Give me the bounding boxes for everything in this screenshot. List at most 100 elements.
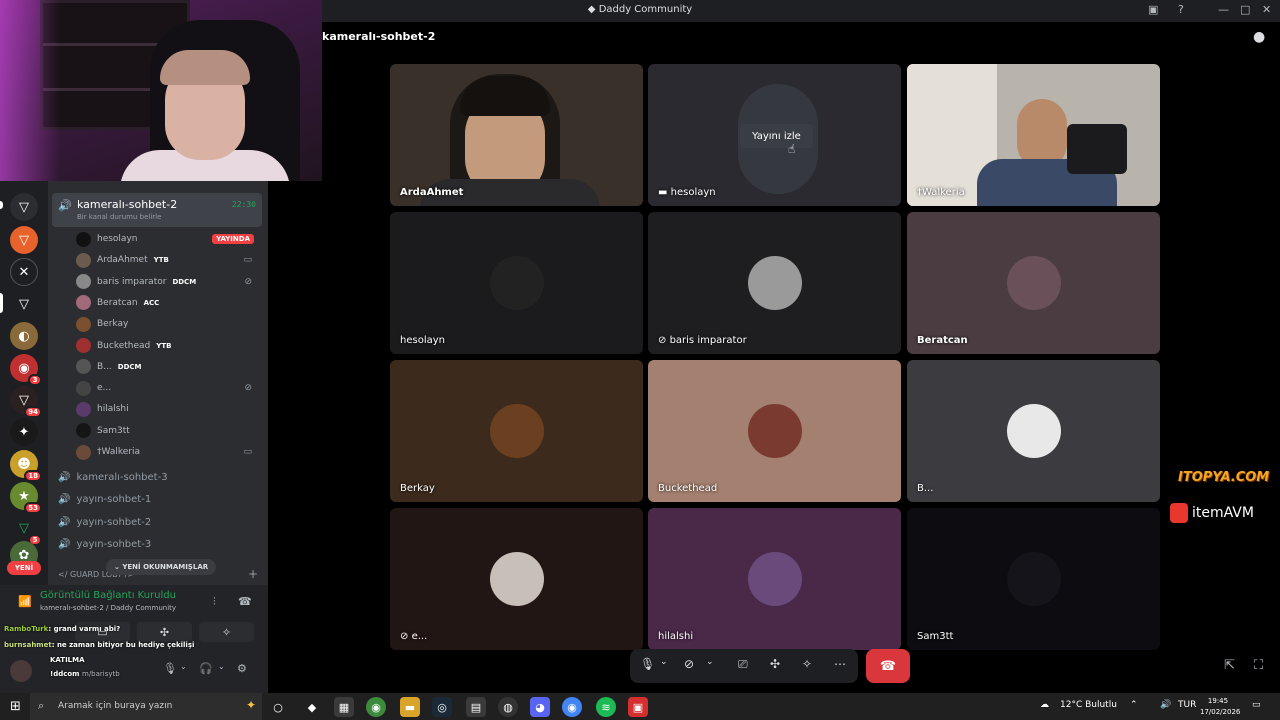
participant-tile[interactable]: Berkay [390, 360, 643, 502]
spotify-icon[interactable]: ≋ [596, 697, 616, 717]
voice-user-item[interactable]: ArdaAhmet YTB ▭ [76, 250, 262, 270]
settings-gear-icon[interactable]: ⚙ [237, 662, 247, 675]
obs-icon[interactable]: ◍ [498, 697, 518, 717]
video-tile[interactable]: †Walkeria [907, 64, 1160, 206]
popout-icon[interactable]: ⇱ [1224, 658, 1235, 673]
file-explorer-icon[interactable]: ▬ [400, 697, 420, 717]
server-icon[interactable]: ▽ 94 [10, 386, 42, 418]
disconnect-icon[interactable]: ☎ [238, 595, 252, 608]
participant-tile[interactable]: Beratcan [907, 212, 1160, 354]
chrome-icon[interactable]: ◉ [366, 697, 386, 717]
disconnect-button[interactable]: ☎ [866, 649, 910, 683]
noise-suppression-icon[interactable]: ⫶ [213, 595, 216, 609]
screen-share-icon[interactable]: ⎚ [738, 657, 748, 672]
watch-stream-button[interactable]: Yayını izle [740, 124, 813, 148]
help-icon[interactable]: ? [1178, 3, 1184, 16]
avatar [76, 444, 91, 460]
weather-text[interactable]: 12°C Bulutlu [1060, 700, 1117, 710]
participant-tile[interactable]: Sam3tt [907, 508, 1160, 650]
soundboard-icon[interactable]: ✧ [802, 657, 812, 671]
app-icon[interactable]: ◆ [302, 697, 322, 717]
chevron-down-icon[interactable]: ⌄ [218, 662, 225, 671]
server-icon[interactable]: ✦ [10, 418, 38, 446]
call-control-bar: 🎙 ⌄ ⊘ ⌄ ⎚ ✣ ✧ ⋯ [630, 649, 858, 683]
participant-tile[interactable]: ⊘ baris imparator [648, 212, 901, 354]
chat-bubble-icon[interactable]: ● [1253, 29, 1265, 45]
participant-tile[interactable]: ⊘ e... [390, 508, 643, 650]
new-unreads-badge[interactable]: YENİ [7, 561, 41, 575]
microphone-icon[interactable]: 🎙 [163, 662, 177, 675]
voice-user-item[interactable]: Beratcan ACC [76, 293, 262, 313]
windows-start-icon[interactable]: ⊞ [10, 699, 21, 714]
maximize-button[interactable]: □ [1240, 3, 1250, 16]
soundboard-button[interactable]: ✧ [199, 622, 254, 642]
cortana-icon[interactable]: ○ [268, 697, 288, 717]
activities-button[interactable]: ✣ [137, 622, 192, 642]
voice-channel-item[interactable]: 🔊 yayın-sohbet-1 [58, 490, 151, 510]
stream-tile[interactable]: Yayını izle ☝ ▬ hesolayn [648, 64, 901, 206]
server-icon[interactable]: ☻ 18 [10, 450, 42, 482]
minimize-button[interactable]: — [1218, 3, 1229, 16]
tray-overflow-icon[interactable]: ⌃ [1130, 700, 1138, 710]
participant-tile[interactable]: Buckethead [648, 360, 901, 502]
channel-status-hint[interactable]: Bir kanal durumu belirle [77, 213, 161, 221]
server-icon[interactable]: ▽ [10, 193, 38, 221]
participant-tile[interactable]: hesolayn [390, 212, 643, 354]
server-icon[interactable]: ✕ [10, 258, 38, 286]
voice-channel-item[interactable]: 🔊 kameralı-sohbet-3 [58, 467, 168, 487]
microphone-icon[interactable]: 🎙 [640, 657, 655, 671]
app-icon[interactable]: ▣ [628, 697, 648, 717]
server-icon[interactable]: ★ 53 [10, 482, 42, 514]
taskbar-clock[interactable]: 19:45 17/02/2026 [1200, 696, 1240, 718]
taskbar-search[interactable]: ⌕ Aramak için buraya yazın ✦ [30, 693, 262, 720]
server-icon[interactable]: ▽ [10, 290, 38, 318]
server-icon[interactable]: ▽ 5 [10, 514, 42, 546]
server-icon[interactable]: ▽ [10, 226, 38, 254]
notification-icon[interactable]: ▭ [1252, 700, 1261, 710]
muted-icon: ⊘ [400, 631, 412, 642]
add-channel-icon[interactable]: + [248, 567, 258, 581]
inbox-icon[interactable]: ▣ [1148, 3, 1158, 16]
weather-icon[interactable]: ☁ [1040, 700, 1049, 710]
voice-user-item[interactable]: B... DDCM [76, 357, 262, 377]
chrome-icon[interactable]: ◉ [562, 697, 582, 717]
close-button[interactable]: ✕ [1262, 3, 1271, 16]
headphones-icon[interactable]: 🎧 [199, 662, 213, 675]
voice-user-item[interactable]: e... ⊘ [76, 378, 262, 398]
voice-user-item[interactable]: Berkay [76, 314, 262, 334]
input-language[interactable]: TUR [1178, 700, 1196, 710]
video-tile[interactable]: ArdaAhmet [390, 64, 643, 206]
voice-user-item[interactable]: Buckethead YTB [76, 336, 262, 356]
fullscreen-icon[interactable]: ⛶ [1254, 658, 1263, 673]
user-avatar[interactable] [10, 660, 32, 682]
connection-status[interactable]: Görüntülü Bağlantı Kuruldu [40, 590, 176, 601]
voice-user-item[interactable]: †Walkeria ▭ [76, 442, 262, 462]
participant-tile[interactable]: B... [907, 360, 1160, 502]
more-options-icon[interactable]: ⋯ [834, 657, 846, 671]
voice-channel-item[interactable]: 🔊 yayın-sohbet-3 [58, 535, 151, 555]
new-unreads-pill[interactable]: ⌄ YENİ OKUNMAMIŞLAR [106, 559, 217, 575]
activities-icon[interactable]: ✣ [770, 657, 780, 671]
avatar [76, 295, 91, 311]
calculator-icon[interactable]: ▦ [334, 697, 354, 717]
voice-user-item[interactable]: Sam3tt [76, 421, 262, 441]
participant-tile[interactable]: hilalshi [648, 508, 901, 650]
chevron-down-icon[interactable]: ⌄ [706, 657, 714, 667]
voice-user-item[interactable]: hilalshi [76, 399, 262, 419]
steam-icon[interactable]: ◎ [432, 697, 452, 717]
voice-user-item[interactable]: hesolayn YAYINDA [76, 229, 262, 249]
app-icon[interactable]: ▤ [466, 697, 486, 717]
chevron-down-icon[interactable]: ⌄ [660, 657, 668, 667]
voice-user-name: hesolayn [97, 234, 138, 244]
discord-icon[interactable]: ◕ [530, 697, 550, 717]
chevron-down-icon[interactable]: ⌄ [180, 662, 187, 671]
voice-user-item[interactable]: baris imparator DDCM ⊘ [76, 272, 262, 292]
voice-channel-item[interactable]: 🔊 yayın-sohbet-2 [58, 512, 151, 532]
server-icon[interactable]: ◉ 3 [10, 354, 42, 386]
server-icon[interactable]: ◐ [10, 322, 38, 350]
voice-user-name: Sam3tt [97, 425, 130, 436]
active-voice-channel[interactable]: 🔊 kameralı-sohbet-2 Bir kanal durumu bel… [52, 193, 262, 227]
volume-icon[interactable]: 🔊 [1160, 700, 1171, 710]
chat-text: : ne zaman bitiyor bu hediye çekilişi [51, 641, 195, 649]
camera-off-icon[interactable]: ⊘ [684, 657, 694, 671]
